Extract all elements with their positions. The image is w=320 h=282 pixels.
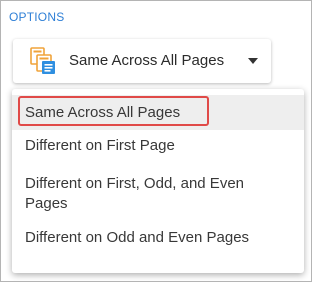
menu-item-different-first-odd-even[interactable]: Different on First, Odd, and Even Pages — [12, 165, 304, 221]
caret-down-icon[interactable] — [248, 58, 258, 64]
options-panel: OPTIONS Same Across All Pages Same Acros… — [0, 0, 312, 282]
menu-item-different-on-first-page[interactable]: Different on First Page — [12, 130, 304, 164]
menu-item-same-across-all-pages[interactable]: Same Across All Pages — [12, 95, 304, 130]
header-footer-mode-select[interactable]: Same Across All Pages — [13, 39, 271, 83]
dropdown-menu: Same Across All Pages Different on First… — [12, 89, 304, 273]
options-heading: OPTIONS — [9, 10, 65, 24]
menu-item-different-odd-even[interactable]: Different on Odd and Even Pages — [12, 222, 304, 258]
select-value: Same Across All Pages — [69, 52, 225, 69]
pages-icon — [30, 47, 55, 74]
